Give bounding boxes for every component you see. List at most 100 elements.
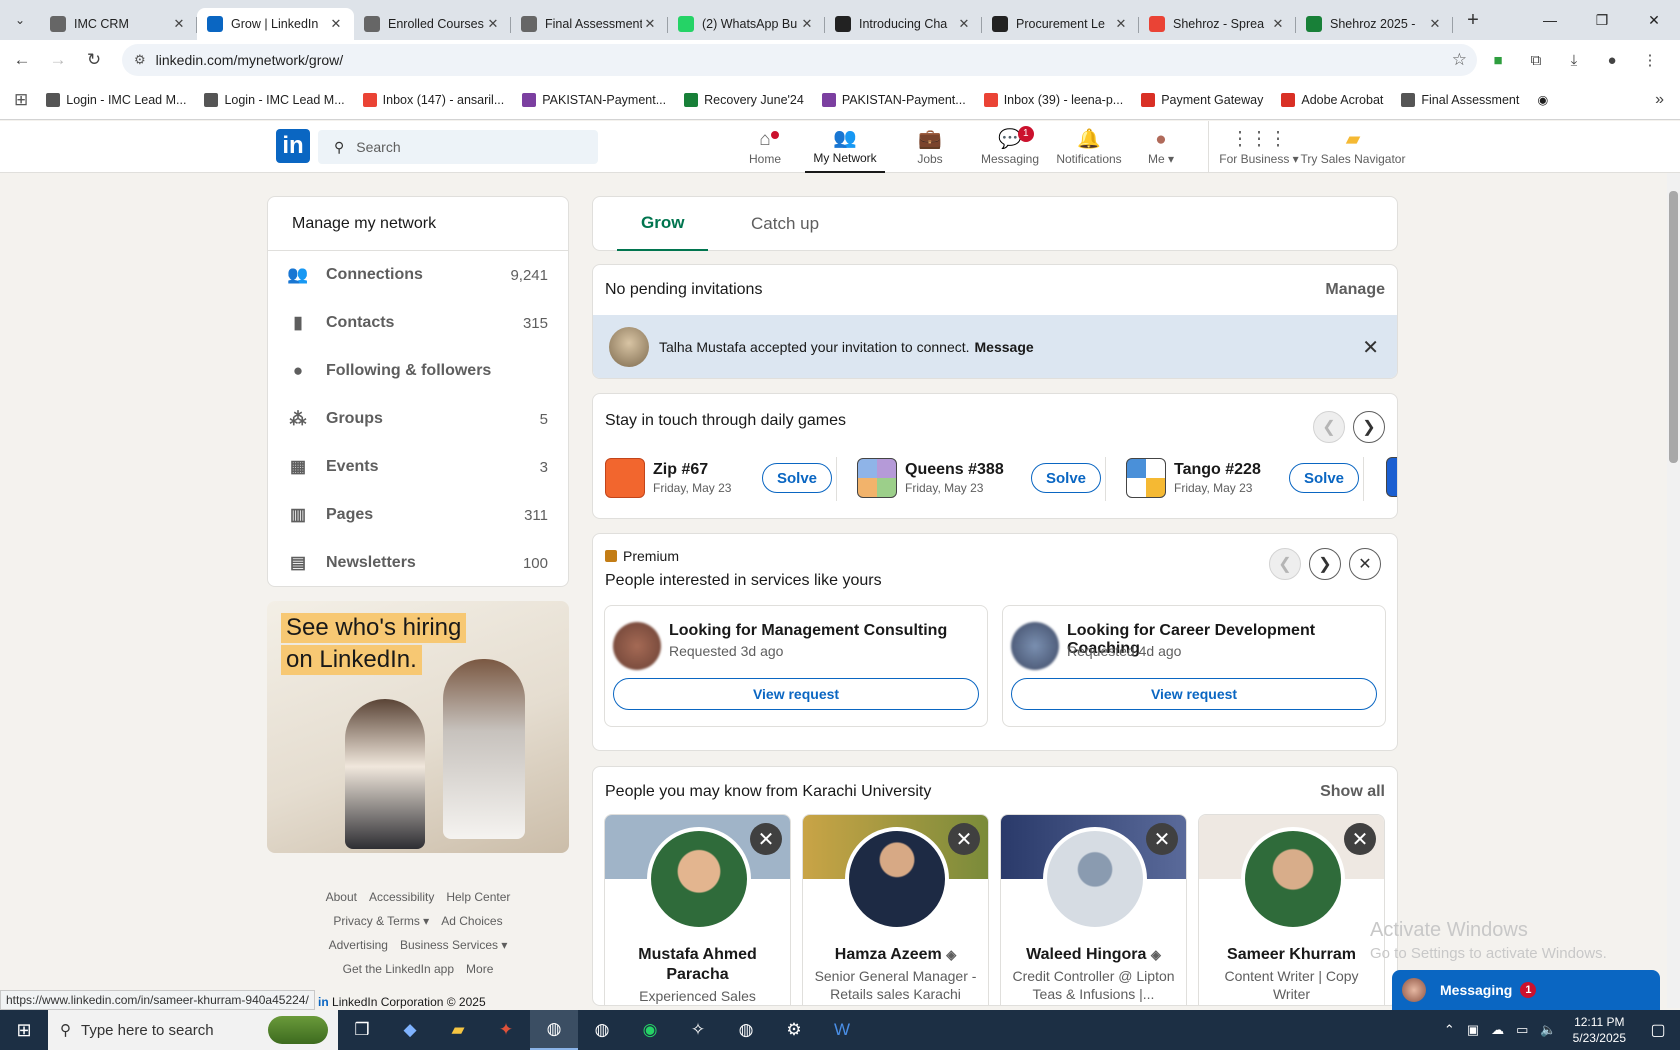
footer-link[interactable]: Help Center [446,890,510,904]
messaging-overlay-bar[interactable]: Messaging 1 [1392,970,1660,1010]
minimize-icon[interactable]: — [1524,0,1576,40]
close-icon[interactable]: ✕ [1362,335,1379,360]
close-tab-icon[interactable]: ✕ [485,16,501,32]
sidebar-item-pages[interactable]: ▥ Pages 311 [268,491,568,539]
close-icon[interactable]: ✕ [948,823,980,855]
bookmark-star-icon[interactable]: ☆ [1452,50,1467,70]
linkedin-logo[interactable]: in [276,129,310,163]
tab-grow[interactable]: Grow [617,197,709,251]
message-link[interactable]: Message [975,339,1034,355]
footer-link[interactable]: Ad Choices [441,914,502,928]
whatsapp-icon[interactable]: ◉ [626,1010,674,1050]
nav-for-business[interactable]: ⋮⋮⋮ For Business ▾ [1218,121,1300,173]
close-tab-icon[interactable]: ✕ [799,16,815,32]
person-card[interactable]: ✕ Hamza Azeem ◈ Senior General Manager -… [802,814,989,1005]
app-icon[interactable]: ✦ [482,1010,530,1050]
sidebar-item-connections[interactable]: 👥 Connections 9,241 [268,251,568,299]
new-tab-button[interactable]: + [1457,4,1489,36]
extensions-puzzle-icon[interactable]: ⧉ [1520,44,1552,76]
next-game-icon[interactable] [1386,457,1397,497]
browser-tab[interactable]: (2) WhatsApp Bu ✕ [668,8,825,40]
bookmark-item[interactable]: Login - IMC Lead M... [46,92,186,107]
copilot-icon[interactable]: ◆ [386,1010,434,1050]
apps-grid-icon[interactable]: ⊞ [14,90,28,110]
nav-try-sales-navigator[interactable]: ▰ Try Sales Navigator [1298,121,1408,173]
browser-tab[interactable]: Shehroz 2025 - ✕ [1296,8,1453,40]
game-tango[interactable]: Tango #228 Friday, May 23 [1126,457,1261,499]
nav-messaging[interactable]: 💬 1 Messaging [970,121,1050,173]
footer-link[interactable]: Advertising [329,938,388,952]
browser-tab[interactable]: Final Assessment ✕ [511,8,668,40]
person-name[interactable]: Waleed Hingora ◈ [1007,945,1180,965]
avatar[interactable] [609,327,649,367]
person-name[interactable]: Mustafa Ahmed Paracha [611,945,784,985]
bookmark-item[interactable]: PAKISTAN-Payment... [522,92,666,107]
solve-button[interactable]: Solve [1031,463,1102,493]
bookmark-item[interactable]: Final Assessment [1401,92,1519,107]
tab-catch-up[interactable]: Catch up [727,197,843,251]
app-icon[interactable]: ✧ [674,1010,722,1050]
manage-invitations-link[interactable]: Manage [1325,281,1385,299]
bookmark-item[interactable]: Adobe Acrobat [1281,92,1383,107]
browser-tab[interactable]: Shehroz - Sprea ✕ [1139,8,1296,40]
chrome-icon[interactable]: ◍ [530,1010,578,1050]
taskbar-search-input[interactable]: ⚲ Type here to search [48,1010,338,1050]
chevron-left-icon[interactable]: ❮ [1313,411,1345,443]
solve-button[interactable]: Solve [762,463,833,493]
person-name[interactable]: Sameer Khurram [1205,945,1378,965]
url-input[interactable]: ⚙ linkedin.com/mynetwork/grow/ ☆ [122,44,1477,76]
person-name[interactable]: Hamza Azeem ◈ [809,945,982,965]
browser-tab[interactable]: Procurement Le ✕ [982,8,1139,40]
footer-link[interactable]: Business Services ▾ [400,938,507,952]
close-tab-icon[interactable]: ✕ [642,16,658,32]
nav-home[interactable]: ⌂ Home [735,121,795,173]
bookmark-item[interactable]: Payment Gateway [1141,92,1263,107]
search-input[interactable]: ⚲ Search [318,130,598,164]
forward-arrow-icon[interactable]: → [40,42,76,78]
close-icon[interactable]: ✕ [1344,823,1376,855]
task-view-icon[interactable]: ❒ [338,1010,386,1050]
notification-center-icon[interactable]: ▢ [1636,1020,1680,1040]
chevron-left-icon[interactable]: ❮ [1269,548,1301,580]
tab-search-chevron-icon[interactable]: ⌄ [0,0,40,40]
view-request-button[interactable]: View request [1011,678,1377,710]
network-icon[interactable]: ▭ [1516,1022,1528,1038]
solve-button[interactable]: Solve [1289,463,1360,493]
meet-icon[interactable]: ▣ [1467,1022,1479,1038]
footer-link[interactable]: Privacy & Terms ▾ [333,914,429,928]
sidebar-item-contacts[interactable]: ▮ Contacts 315 [268,299,568,347]
windows-start-icon[interactable]: ⊞ [0,1010,48,1050]
file-explorer-icon[interactable]: ▰ [434,1010,482,1050]
scrollbar-thumb[interactable] [1669,191,1678,463]
sidebar-item-groups[interactable]: ⁂ Groups 5 [268,395,568,443]
downloads-icon[interactable]: ⤓ [1558,44,1590,76]
browser-menu-icon[interactable]: ⋮ [1634,44,1666,76]
person-card[interactable]: ✕ Sameer Khurram Content Writer | Copy W… [1198,814,1385,1005]
extension-green-icon[interactable]: ■ [1482,44,1514,76]
bookmarks-overflow-icon[interactable]: » [1655,91,1664,109]
close-window-icon[interactable]: ✕ [1628,0,1680,40]
cloud-icon[interactable]: ☁ [1491,1022,1504,1038]
person-card[interactable]: ✕ Mustafa Ahmed Paracha Experienced Sale… [604,814,791,1005]
sidebar-item-following-followers[interactable]: ● Following & followers [268,347,568,395]
bookmark-item[interactable]: Inbox (39) - leena-p... [983,92,1123,107]
back-arrow-icon[interactable]: ← [4,42,40,78]
footer-link[interactable]: About [326,890,357,904]
reload-icon[interactable]: ↻ [76,42,112,78]
nav-my-network[interactable]: 👥 My Network [805,121,885,173]
page-scrollbar[interactable] [1667,173,1680,1008]
close-tab-icon[interactable]: ✕ [328,16,344,32]
show-all-link[interactable]: Show all [1320,783,1385,801]
close-tab-icon[interactable]: ✕ [1427,16,1443,32]
close-tab-icon[interactable]: ✕ [1270,16,1286,32]
browser-tab[interactable]: Introducing Cha ✕ [825,8,982,40]
close-icon[interactable]: ✕ [750,823,782,855]
chevron-right-icon[interactable]: ❯ [1309,548,1341,580]
close-icon[interactable]: ✕ [1349,548,1381,580]
bookmark-item[interactable]: Recovery June'24 [684,92,804,107]
browser-tab[interactable]: IMC CRM ✕ [40,8,197,40]
settings-icon[interactable]: ⚙ [770,1010,818,1050]
chrome-icon[interactable]: ◍ [578,1010,626,1050]
footer-link[interactable]: Get the LinkedIn app [343,962,454,976]
restore-icon[interactable]: ❐ [1576,0,1628,40]
